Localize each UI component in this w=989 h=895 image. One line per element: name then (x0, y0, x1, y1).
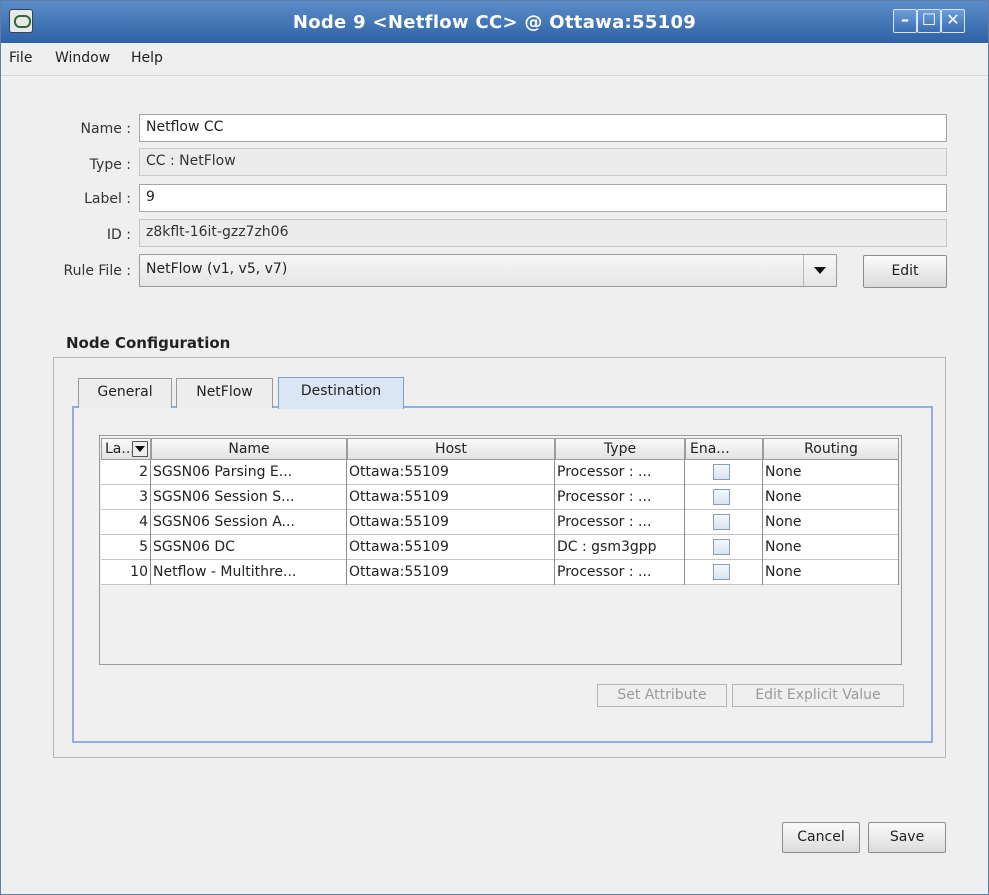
cell-host: Ottawa:55109 (347, 460, 555, 485)
column-header-label[interactable]: La... (101, 438, 151, 460)
menu-bar: File Window Help (1, 43, 988, 76)
cell-type: Processor : ... (555, 560, 685, 585)
name-label: Name : (80, 121, 131, 137)
table-row[interactable]: 3 SGSN06 Session S... Ottawa:55109 Proce… (101, 485, 899, 510)
cell-label: 2 (101, 460, 151, 485)
enabled-checkbox[interactable] (713, 464, 730, 480)
rule-file-label: Rule File : (63, 263, 131, 279)
enabled-checkbox[interactable] (713, 489, 730, 505)
dropdown-arrow[interactable] (803, 255, 836, 286)
close-button[interactable]: ✕ (941, 9, 965, 33)
sort-down-icon (135, 446, 145, 452)
id-field: z8kflt-16it-gzz7zh06 (139, 219, 947, 247)
table-row[interactable]: 4 SGSN06 Session A... Ottawa:55109 Proce… (101, 510, 899, 535)
column-header-type[interactable]: Type (555, 438, 685, 460)
cell-type: Processor : ... (555, 460, 685, 485)
rule-file-select[interactable]: NetFlow (v1, v5, v7) (139, 254, 837, 287)
cell-enabled (685, 485, 763, 510)
maximize-button[interactable]: ☐ (917, 9, 941, 33)
cell-enabled (685, 560, 763, 585)
sort-button[interactable] (132, 441, 148, 457)
column-header-name[interactable]: Name (151, 438, 347, 460)
node-window: Node 9 <Netflow CC> @ Ottawa:55109 – ☐ ✕… (0, 0, 989, 895)
cell-routing: None (763, 535, 899, 560)
cell-label: 5 (101, 535, 151, 560)
save-button[interactable]: Save (868, 822, 946, 853)
window-title: Node 9 <Netflow CC> @ Ottawa:55109 (292, 12, 697, 33)
cell-enabled (685, 510, 763, 535)
name-field[interactable]: Netflow CC (139, 114, 947, 142)
cell-enabled (685, 460, 763, 485)
cell-name: SGSN06 Session A... (151, 510, 347, 535)
minimize-button[interactable]: – (893, 9, 917, 33)
column-header-routing[interactable]: Routing (763, 438, 899, 460)
column-label-text: La... (105, 441, 135, 457)
table-row[interactable]: 2 SGSN06 Parsing E... Ottawa:55109 Proce… (101, 460, 899, 485)
column-header-host[interactable]: Host (347, 438, 555, 460)
cell-type: Processor : ... (555, 485, 685, 510)
table-row[interactable]: 10 Netflow - Multithre... Ottawa:55109 P… (101, 560, 899, 585)
menu-help[interactable]: Help (131, 50, 163, 66)
node-configuration-title: Node Configuration (66, 334, 231, 352)
cell-name: SGSN06 DC (151, 535, 347, 560)
type-label: Type : (89, 157, 131, 173)
cell-routing: None (763, 560, 899, 585)
cell-type: DC : gsm3gpp (555, 535, 685, 560)
menu-window[interactable]: Window (55, 50, 110, 66)
cell-enabled (685, 535, 763, 560)
cell-name: SGSN06 Parsing E... (151, 460, 347, 485)
edit-button[interactable]: Edit (863, 255, 947, 288)
column-header-enabled[interactable]: Ena... (685, 438, 763, 460)
id-label: ID : (106, 227, 131, 243)
cell-label: 3 (101, 485, 151, 510)
cell-name: SGSN06 Session S... (151, 485, 347, 510)
cell-label: 10 (101, 560, 151, 585)
cell-name: Netflow - Multithre... (151, 560, 347, 585)
cancel-button[interactable]: Cancel (782, 822, 860, 853)
tab-destination[interactable]: Destination (278, 377, 404, 409)
label-label: Label : (84, 191, 131, 207)
type-field: CC : NetFlow (139, 148, 947, 176)
cell-type: Processor : ... (555, 510, 685, 535)
chevron-down-icon (814, 267, 826, 274)
cell-routing: None (763, 460, 899, 485)
cell-host: Ottawa:55109 (347, 485, 555, 510)
cell-host: Ottawa:55109 (347, 535, 555, 560)
title-bar[interactable]: Node 9 <Netflow CC> @ Ottawa:55109 – ☐ ✕ (1, 1, 988, 43)
label-field[interactable]: 9 (139, 184, 947, 212)
cell-host: Ottawa:55109 (347, 510, 555, 535)
tab-general[interactable]: General (78, 378, 172, 408)
tab-netflow[interactable]: NetFlow (176, 378, 273, 408)
rule-file-value: NetFlow (v1, v5, v7) (146, 261, 288, 277)
cell-host: Ottawa:55109 (347, 560, 555, 585)
set-attribute-button[interactable]: Set Attribute (597, 684, 727, 707)
cell-routing: None (763, 485, 899, 510)
enabled-checkbox[interactable] (713, 564, 730, 580)
enabled-checkbox[interactable] (713, 539, 730, 555)
cell-routing: None (763, 510, 899, 535)
table-row[interactable]: 5 SGSN06 DC Ottawa:55109 DC : gsm3gpp No… (101, 535, 899, 560)
enabled-checkbox[interactable] (713, 514, 730, 530)
menu-file[interactable]: File (9, 50, 32, 66)
edit-explicit-value-button[interactable]: Edit Explicit Value (732, 684, 904, 707)
cell-label: 4 (101, 510, 151, 535)
